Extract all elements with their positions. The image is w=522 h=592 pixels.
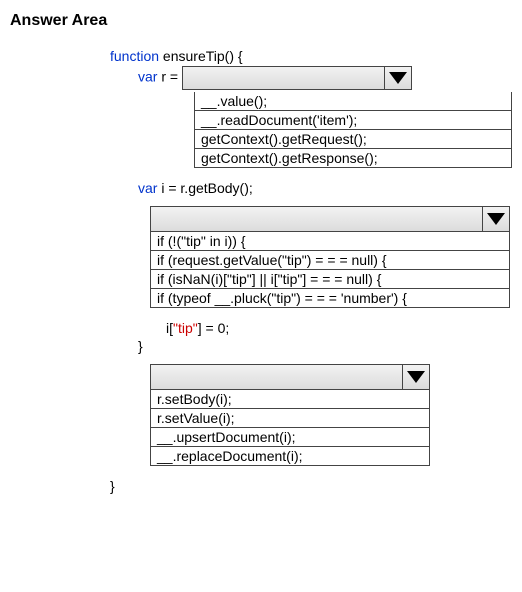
dropdown-1-option[interactable]: __.readDocument('item');	[195, 110, 511, 129]
close-brace-outer: }	[110, 478, 512, 494]
dropdown-2-option[interactable]: if (!("tip" in i)) {	[151, 232, 509, 250]
dropdown-3-option[interactable]: r.setBody(i);	[151, 390, 429, 408]
function-declaration: function ensureTip() {	[110, 48, 512, 64]
keyword-var: var	[138, 180, 157, 196]
dropdown-2-header[interactable]	[150, 206, 510, 232]
page-title: Answer Area	[10, 12, 512, 30]
dropdown-2-option[interactable]: if (request.getValue("tip") = = = null) …	[151, 250, 509, 269]
keyword-function: function	[110, 48, 159, 64]
var-r-text: r =	[157, 69, 182, 85]
function-name: ensureTip() {	[159, 48, 243, 64]
dropdown-1-toggle[interactable]	[384, 67, 411, 89]
dropdown-2-toggle[interactable]	[482, 207, 509, 231]
dropdown-1-option[interactable]: getContext().getRequest();	[195, 129, 511, 148]
dropdown-1-option[interactable]: getContext().getResponse();	[195, 148, 511, 167]
dropdown-2-option[interactable]: if (isNaN(i)["tip"] || i["tip"] = = = nu…	[151, 269, 509, 288]
dropdown-1-options: __.value(); __.readDocument('item'); get…	[194, 92, 512, 168]
dropdown-3-option[interactable]: r.setValue(i);	[151, 408, 429, 427]
dropdown-2: if (!("tip" in i)) { if (request.getValu…	[150, 206, 510, 308]
dropdown-1-option[interactable]: __.value();	[195, 92, 511, 110]
code-area: function ensureTip() { var r = __.value(…	[110, 48, 512, 494]
chevron-down-icon	[407, 371, 425, 383]
dropdown-3-header[interactable]	[150, 364, 430, 390]
dropdown-3: r.setBody(i); r.setValue(i); __.upsertDo…	[150, 364, 430, 466]
dropdown-2-option[interactable]: if (typeof __.pluck("tip") = = = 'number…	[151, 288, 509, 307]
chevron-down-icon	[487, 213, 505, 225]
dropdown-1[interactable]	[182, 66, 412, 90]
dropdown-2-options: if (!("tip" in i)) { if (request.getValu…	[150, 232, 510, 308]
assign-line: i["tip"] = 0;	[166, 320, 512, 336]
dropdown-3-option[interactable]: __.replaceDocument(i);	[151, 446, 429, 465]
var-i-line: var i = r.getBody();	[138, 180, 512, 196]
string-literal-tip: "tip"	[173, 320, 198, 336]
dropdown-3-option[interactable]: __.upsertDocument(i);	[151, 427, 429, 446]
chevron-down-icon	[389, 72, 407, 84]
var-i-text: i = r.getBody();	[157, 180, 252, 196]
assign-prefix: i[	[166, 320, 173, 336]
close-brace-inner: }	[138, 338, 512, 354]
var-r-line: var r =	[138, 66, 512, 90]
dropdown-3-toggle[interactable]	[402, 365, 429, 389]
assign-suffix: ] = 0;	[198, 320, 230, 336]
keyword-var: var	[138, 69, 157, 85]
dropdown-3-options: r.setBody(i); r.setValue(i); __.upsertDo…	[150, 390, 430, 466]
